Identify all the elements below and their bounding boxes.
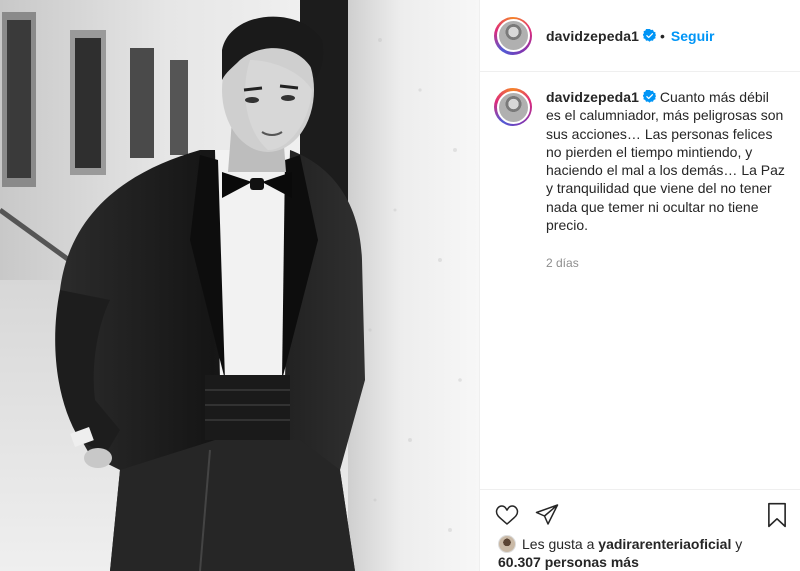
liker-username[interactable]: yadirarenteriaoficial <box>598 536 731 552</box>
likes-summary: Les gusta a yadirarenteriaoficial y 60.3… <box>498 535 793 571</box>
like-button[interactable] <box>494 503 520 527</box>
caption-verified-badge-icon <box>643 90 657 103</box>
bookmark-icon <box>768 502 786 527</box>
send-icon <box>535 503 559 525</box>
post-photo[interactable] <box>0 0 479 571</box>
verified-badge-icon <box>643 29 657 42</box>
likes-conj: y <box>735 536 743 552</box>
man-in-tuxedo-photo <box>0 0 479 571</box>
caption-block: davidzepeda1 Cuanto más débil es el calu… <box>480 72 800 273</box>
post-header: davidzepeda1 • Seguir <box>480 0 800 72</box>
liker-avatar[interactable] <box>498 535 516 553</box>
caption-username[interactable]: davidzepeda1 <box>546 89 639 105</box>
instagram-post: davidzepeda1 • Seguir davidzepeda1 Cuant… <box>0 0 800 571</box>
heart-icon <box>495 504 519 525</box>
post-sidebar: davidzepeda1 • Seguir davidzepeda1 Cuant… <box>479 0 800 571</box>
likes-count[interactable]: 60.307 personas más <box>498 554 639 570</box>
follow-button[interactable]: Seguir <box>671 28 715 44</box>
caption-story-ring[interactable] <box>494 88 532 126</box>
caption: davidzepeda1 Cuanto más débil es el calu… <box>546 88 786 273</box>
share-button[interactable] <box>534 503 560 527</box>
header-username[interactable]: davidzepeda1 <box>546 28 639 44</box>
caption-text: Cuanto más débil es el calumniador, más … <box>546 89 785 234</box>
caption-avatar[interactable] <box>496 90 530 124</box>
post-timestamp[interactable]: 2 días <box>546 254 786 272</box>
action-bar <box>480 489 800 539</box>
likes-prefix: Les gusta a <box>522 536 595 552</box>
save-button[interactable] <box>766 502 788 528</box>
avatar[interactable] <box>496 19 530 52</box>
story-ring[interactable] <box>494 16 532 55</box>
separator-dot: • <box>660 27 665 44</box>
